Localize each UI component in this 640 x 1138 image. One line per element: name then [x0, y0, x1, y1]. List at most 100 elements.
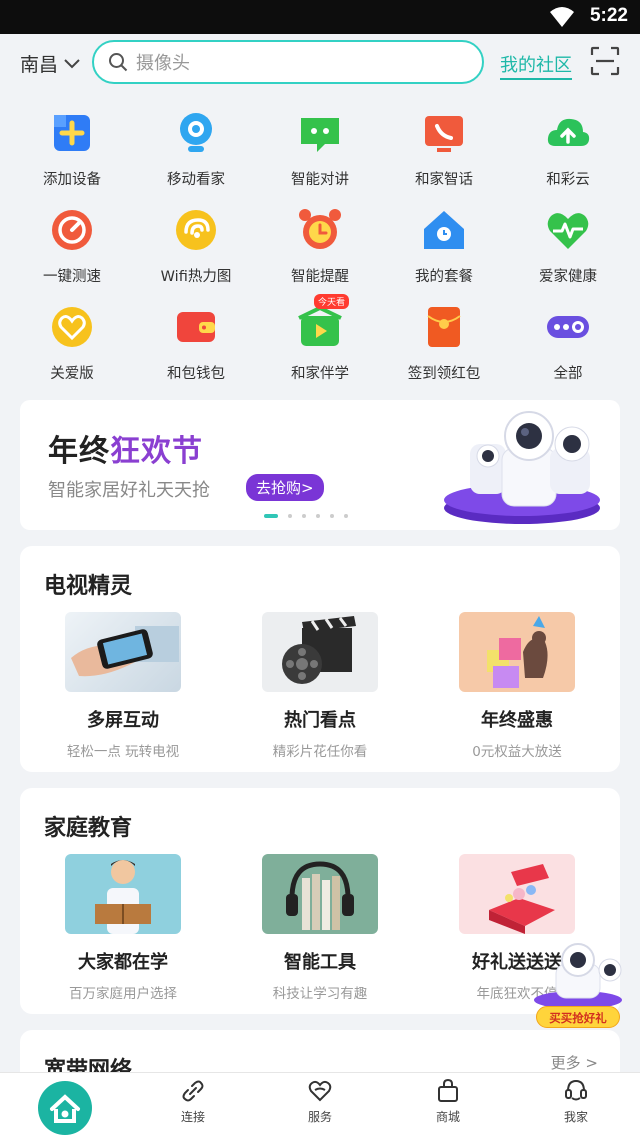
link-icon: [182, 1080, 204, 1102]
shortcut-item[interactable]: 智能提醒: [258, 205, 382, 286]
pagination-dot: [316, 514, 320, 518]
shortcut-item[interactable]: 和包钱包: [134, 302, 258, 383]
tile-subtitle: 0元权益大放送: [472, 744, 562, 760]
search-placeholder: 摄像头: [136, 53, 190, 74]
tab-mall[interactable]: 商城: [413, 1078, 483, 1125]
edu-tile-learning[interactable]: 大家都在学 百万家庭用户选择: [48, 854, 198, 1002]
tile-subtitle: 科技让学习有趣: [272, 986, 368, 1002]
heart-health-icon: [543, 205, 593, 255]
shortcut-item[interactable]: 爱家健康: [506, 205, 630, 286]
shortcut-label: 我的套餐: [415, 269, 473, 285]
gift-box-thumbnail: [459, 854, 575, 934]
promo-banner[interactable]: 年终狂欢节 智能家居好礼天天抢 去抢购>: [20, 400, 620, 530]
shortcut-item[interactable]: 和家智话: [382, 108, 506, 189]
app-screen: 5:22 南昌 摄像头 我的社区 添加设备 移动看家 智能对讲 和家智话 和彩云一键测速…: [0, 0, 640, 1138]
wallet-icon: [171, 302, 221, 352]
tab-my-home[interactable]: 我家: [541, 1078, 611, 1125]
tab-connect[interactable]: 连接: [158, 1078, 228, 1125]
shortcut-item[interactable]: 全部: [506, 302, 630, 383]
tv-tile-hot[interactable]: 热门看点 精彩片花任你看: [245, 612, 395, 760]
chevron-down-icon: [64, 58, 80, 68]
pagination-dot: [264, 514, 278, 518]
tv-section-title: 电视精灵: [44, 574, 133, 599]
shortcut-label: 添加设备: [43, 172, 101, 188]
shortcut-label: 和家智话: [415, 172, 473, 188]
tv-tile-multiscreen[interactable]: 多屏互动 轻松一点 玩转电视: [48, 612, 198, 760]
shortcut-item[interactable]: 关爱版: [10, 302, 134, 383]
banner-cta-button[interactable]: 去抢购>: [246, 474, 324, 501]
headphones-books-thumbnail: [262, 854, 378, 934]
shortcut-item[interactable]: 我的套餐: [382, 205, 506, 286]
tile-title: 大家都在学: [78, 952, 168, 973]
speed-gauge-icon: [47, 205, 97, 255]
camera-icon: [171, 108, 221, 158]
tv-phone-icon: [419, 108, 469, 158]
study-play-icon: 今天看: [295, 294, 349, 352]
city-selector[interactable]: 南昌: [20, 50, 80, 77]
add-device-icon: [47, 108, 97, 158]
tab-service[interactable]: 服务: [285, 1078, 355, 1125]
my-community-link[interactable]: 我的社区: [500, 51, 572, 80]
home-logo-icon: [50, 1094, 80, 1123]
shortcut-label: 和包钱包: [167, 366, 225, 382]
shortcut-label: 智能对讲: [291, 172, 349, 188]
tab-label: 我家: [563, 1110, 588, 1124]
tile-subtitle: 精彩片花任你看: [272, 744, 368, 760]
shortcut-item[interactable]: 今天看 和家伴学: [258, 294, 382, 383]
shortcut-item[interactable]: 添加设备: [10, 108, 134, 189]
top-bar: 南昌 摄像头 我的社区: [0, 34, 640, 92]
shortcut-label: 移动看家: [167, 172, 225, 188]
shortcut-label: 全部: [553, 366, 583, 382]
wifi-signal-icon: [550, 7, 574, 27]
shortcut-item[interactable]: 智能对讲: [258, 108, 382, 189]
tv-tile-yearend[interactable]: 年终盛惠 0元权益大放送: [442, 612, 592, 760]
shortcut-badge: 今天看: [313, 294, 349, 309]
banner-title: 年终狂欢节: [48, 426, 203, 470]
floating-camera-illustration: [534, 943, 622, 1009]
red-envelope-icon: [419, 302, 469, 352]
camera-products-illustration: [444, 411, 600, 524]
cloud-upload-icon: [543, 108, 593, 158]
tile-subtitle: 轻松一点 玩转电视: [66, 744, 180, 760]
shortcut-grid: 添加设备 移动看家 智能对讲 和家智话 和彩云一键测速 Wifi热力图 智能提醒 我的套餐 爱家…: [10, 108, 630, 383]
home-tab-button[interactable]: [38, 1081, 92, 1135]
shortcut-item[interactable]: 一键测速: [10, 205, 134, 286]
banner-subtitle: 智能家居好礼天天抢: [48, 480, 210, 501]
shortcut-label: 爱家健康: [539, 269, 597, 285]
tile-title: 年终盛惠: [481, 710, 553, 731]
floating-promo[interactable]: 买买抢好礼: [530, 940, 626, 1030]
tv-section-card: 电视精灵 多屏互动 轻松一点 玩转电视 热门看点 精彩片花任你看 年终盛惠 0元…: [20, 546, 620, 772]
care-heart-icon: [47, 302, 97, 352]
alarm-clock-icon: [295, 205, 345, 255]
tile-title: 智能工具: [284, 952, 356, 973]
edu-tile-tools[interactable]: 智能工具 科技让学习有趣: [245, 854, 395, 1002]
pagination-dot: [288, 514, 292, 518]
city-label: 南昌: [20, 54, 59, 76]
shortcut-label: 一键测速: [43, 269, 101, 285]
gift-thumbnail: [459, 612, 575, 692]
status-bar: 5:22: [0, 0, 640, 34]
shortcut-item[interactable]: 和彩云: [506, 108, 630, 189]
tab-label: 服务: [307, 1110, 332, 1124]
banner-title-prefix: 年终: [48, 434, 110, 469]
shortcut-item[interactable]: 签到领红包: [382, 302, 506, 383]
banner-pagination: [264, 514, 348, 518]
tile-subtitle: 百万家庭用户选择: [69, 986, 177, 1002]
shortcut-label: 智能提醒: [291, 269, 349, 285]
wifi-heat-icon: [171, 205, 221, 255]
scan-icon[interactable]: [590, 46, 620, 76]
chat-icon: [295, 108, 345, 158]
more-toggle-icon: [543, 302, 593, 352]
tab-label: 连接: [180, 1110, 205, 1124]
film-reel-thumbnail: [262, 612, 378, 692]
search-input[interactable]: 摄像头: [92, 40, 484, 84]
search-icon: [109, 53, 128, 72]
shortcut-item[interactable]: 移动看家: [134, 108, 258, 189]
service-heart-icon: [308, 1080, 332, 1102]
broadband-more-link[interactable]: 更多 >: [551, 1052, 598, 1073]
shortcut-label: 和彩云: [546, 172, 590, 188]
floating-promo-label: 买买抢好礼: [536, 1006, 620, 1028]
shortcut-item[interactable]: Wifi热力图: [134, 205, 258, 286]
status-time: 5:22: [589, 5, 628, 26]
boy-reading-thumbnail: [65, 854, 181, 934]
